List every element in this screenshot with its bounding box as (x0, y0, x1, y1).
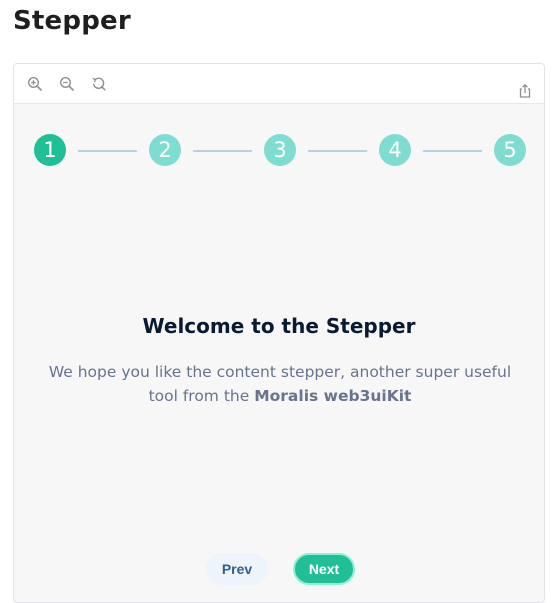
preview-toolbar (14, 64, 544, 104)
step-connector (423, 150, 482, 152)
zoom-in-icon[interactable] (27, 76, 43, 92)
brand-name: Moralis web3uiKit (254, 387, 412, 405)
step-5[interactable]: 5 (494, 134, 526, 166)
share-icon[interactable] (517, 83, 533, 99)
step-connector (308, 150, 367, 152)
step-3[interactable]: 3 (264, 134, 296, 166)
step-content-title: Welcome to the Stepper (142, 314, 416, 338)
step-content-body: We hope you like the content stepper, an… (34, 360, 526, 408)
prev-button[interactable]: Prev (206, 553, 268, 585)
step-1[interactable]: 1 (34, 134, 66, 166)
step-2[interactable]: 2 (149, 134, 181, 166)
page-title: Stepper (13, 6, 131, 36)
preview-frame: 1 2 3 4 5 Welcome to the Stepper We hope… (13, 63, 545, 603)
step-connector (193, 150, 252, 152)
next-button[interactable]: Next (293, 553, 355, 585)
reset-zoom-icon[interactable] (91, 76, 107, 92)
step-connector (78, 150, 137, 152)
step-4[interactable]: 4 (379, 134, 411, 166)
zoom-out-icon[interactable] (59, 76, 75, 92)
